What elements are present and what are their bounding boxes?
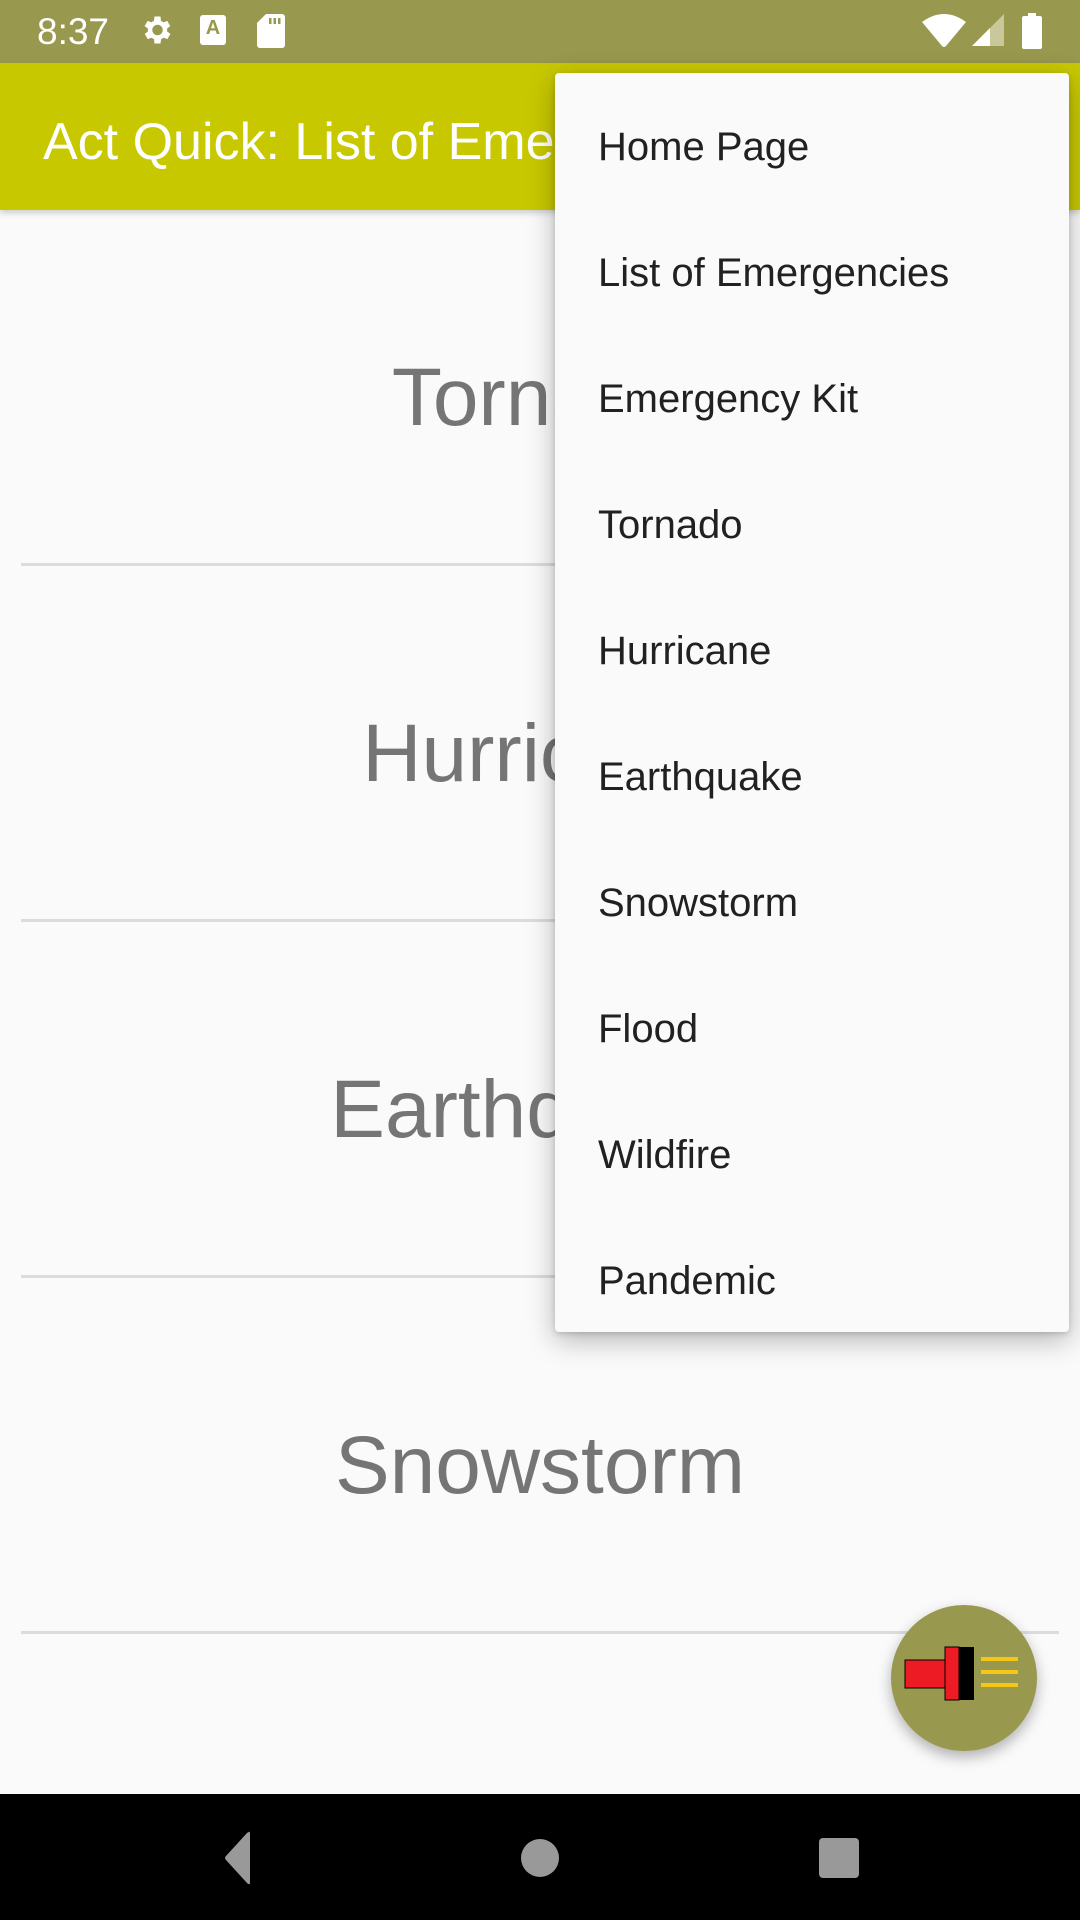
- menu-item-pandemic[interactable]: Pandemic: [555, 1218, 1069, 1344]
- flashlight-fab-button[interactable]: [891, 1605, 1037, 1751]
- overflow-menu: Home Page List of Emergencies Emergency …: [555, 73, 1069, 1332]
- list-item-label: Snowstorm: [334, 1420, 746, 1511]
- back-icon[interactable]: [210, 1828, 270, 1888]
- system-nav-bar: [0, 1794, 1080, 1920]
- menu-item-flood[interactable]: Flood: [555, 966, 1069, 1092]
- gear-icon: [144, 16, 171, 44]
- menu-item-earthquake[interactable]: Earthquake: [555, 714, 1069, 840]
- status-bar: 8:37 A: [0, 0, 1080, 63]
- menu-item-wildfire[interactable]: Wildfire: [555, 1092, 1069, 1218]
- menu-item-emergency-kit[interactable]: Emergency Kit: [555, 336, 1069, 462]
- flashlight-icon: [904, 1646, 1018, 1701]
- sd-card-icon: [257, 14, 285, 48]
- home-icon[interactable]: [510, 1828, 570, 1888]
- recents-icon[interactable]: [808, 1828, 868, 1888]
- menu-item-list-of-emergencies[interactable]: List of Emergencies: [555, 210, 1069, 336]
- a-keyboard-icon: A: [200, 15, 226, 45]
- battery-icon: [1022, 13, 1042, 49]
- menu-item-snowstorm[interactable]: Snowstorm: [555, 840, 1069, 966]
- menu-item-home-page[interactable]: Home Page: [555, 84, 1069, 210]
- status-time: 8:37: [37, 11, 110, 52]
- signal-icon: [972, 14, 1004, 46]
- menu-item-tornado[interactable]: Tornado: [555, 462, 1069, 588]
- wifi-icon: [922, 14, 966, 47]
- menu-item-hurricane[interactable]: Hurricane: [555, 588, 1069, 714]
